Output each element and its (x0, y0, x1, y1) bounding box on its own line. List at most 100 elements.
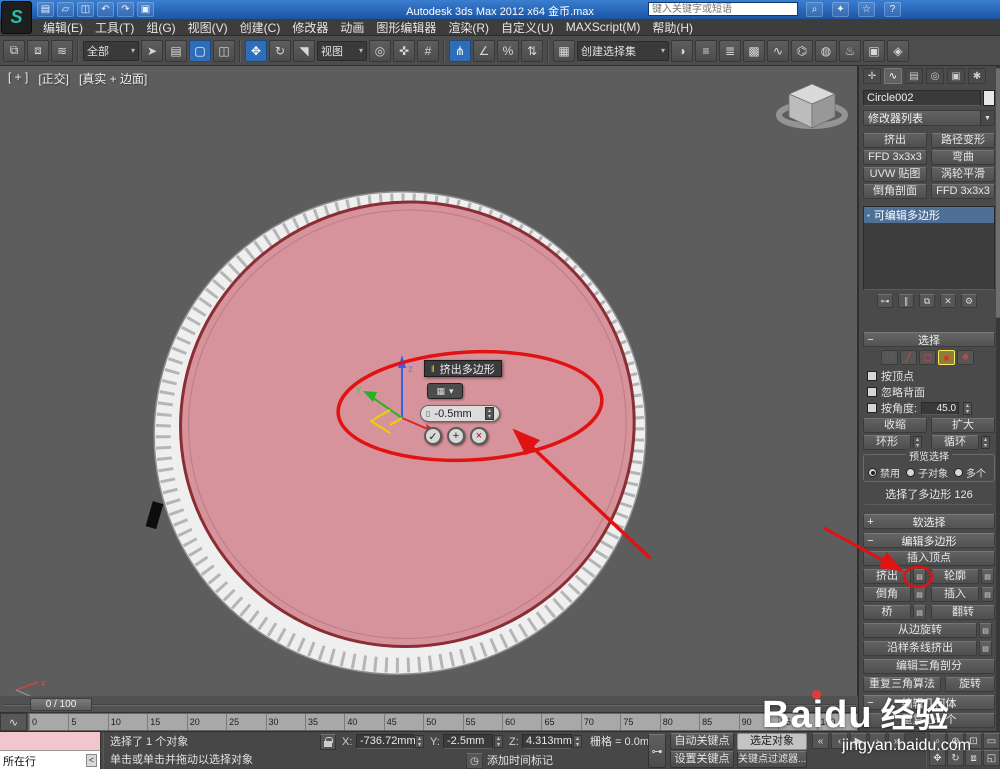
spinner[interactable] (494, 735, 503, 748)
window-crossing-icon[interactable]: ◫ (213, 39, 235, 62)
auto-key-button[interactable]: 自动关键点 (670, 733, 734, 750)
modifier-button-ffd[interactable]: FFD 3x3x3 (863, 150, 927, 165)
extrude-height-field[interactable]: ▯ -0.5mm (420, 405, 500, 422)
layer-manager-icon[interactable]: ≣ (719, 39, 741, 62)
keyboard-override-icon[interactable]: # (417, 39, 439, 62)
flip-button[interactable]: 翻转 (931, 605, 995, 620)
panel-scrollbar[interactable] (996, 66, 1000, 769)
caddy-cancel-button[interactable]: × (470, 427, 488, 445)
time-slider-track[interactable] (3, 704, 855, 706)
help-icon[interactable]: ? (884, 2, 901, 17)
spinner[interactable] (981, 436, 990, 449)
outline-settings-button[interactable]: ▤ (981, 569, 994, 584)
extrude-along-spline-button[interactable]: 沿样条线挤出 (863, 641, 977, 656)
render-production-icon[interactable]: ◈ (887, 39, 909, 62)
mirror-icon[interactable]: ◑ (671, 39, 693, 62)
menu-item[interactable]: 帮助(H) (647, 18, 698, 37)
modifier-button-turbosmooth[interactable]: 涡轮平滑 (931, 167, 995, 182)
orbit-icon[interactable]: ↻ (947, 750, 964, 766)
viewport-menu-general[interactable]: [ + ] (8, 70, 28, 87)
trackbar-ruler[interactable]: 0 5 10 15 20 25 30 35 40 45 50 55 60 65 70 75 80 85 90 95 10… (28, 713, 858, 731)
angle-value-field[interactable]: 45.0 (921, 401, 960, 415)
turn-button[interactable]: 旋转 (945, 677, 995, 692)
extrude-type-dropdown[interactable]: ▦ ▾ (427, 383, 463, 399)
spinner[interactable] (963, 401, 973, 415)
checkbox-icon[interactable] (867, 403, 877, 413)
hinge-settings-button[interactable]: ▤ (979, 623, 992, 638)
select-link-icon[interactable]: ⧉ (3, 39, 25, 62)
app-logo-icon[interactable]: S (1, 1, 32, 34)
vertex-subobject-icon[interactable]: ∷ (881, 350, 898, 365)
stack-item-editable-poly[interactable]: ▪ 可编辑多边形 (864, 207, 994, 223)
menu-item[interactable]: 渲染(R) (443, 18, 494, 37)
modifier-button-ffd2[interactable]: FFD 3x3x3 (931, 184, 995, 199)
key-filters-button[interactable]: 关键点过滤器... (737, 751, 807, 768)
clock-icon[interactable]: ◷ (466, 753, 483, 769)
display-tab-icon[interactable]: ▣ (947, 68, 965, 84)
insert-vertex-button[interactable]: 插入顶点 (863, 551, 995, 566)
checkbox-icon[interactable] (867, 371, 877, 381)
menu-item[interactable]: 视图(V) (183, 18, 233, 37)
extrude-settings-button[interactable]: ▤ (913, 569, 926, 584)
checkbox-icon[interactable] (867, 387, 877, 397)
spinner[interactable] (573, 735, 582, 748)
modifier-button-bend[interactable]: 弯曲 (931, 150, 995, 165)
inset-button[interactable]: 插入 (931, 587, 979, 602)
use-pivot-center-icon[interactable]: ◎ (369, 39, 391, 62)
material-editor-icon[interactable]: ◍ (815, 39, 837, 62)
go-to-start-icon[interactable]: « (812, 733, 829, 749)
open-mini-curve-editor-button[interactable]: ∿ (0, 713, 27, 731)
named-selection-dropdown[interactable]: 创建选择集 ▾ (577, 40, 669, 61)
rect-selection-region-icon[interactable]: ▢ (189, 39, 211, 62)
rendered-frame-icon[interactable]: ▣ (863, 39, 885, 62)
select-by-name-icon[interactable]: ▤ (165, 39, 187, 62)
play-animation-icon[interactable]: ▶ (850, 733, 867, 749)
extrude-along-spline-settings-button[interactable]: ▤ (979, 641, 992, 656)
zoom-icon[interactable]: ⌕ (929, 733, 946, 749)
macro-recorder-pane[interactable] (0, 732, 101, 751)
angle-snap-icon[interactable]: ∠ (473, 39, 495, 62)
infocenter-search-input[interactable] (648, 2, 798, 16)
selection-lock-toggle[interactable] (320, 734, 336, 750)
edit-named-selections-icon[interactable]: ▦ (553, 39, 575, 62)
configure-modifier-sets-icon[interactable]: ⚙ (961, 294, 977, 308)
modifier-button-pathdeform[interactable]: 路径变形 (931, 133, 995, 148)
coin-face[interactable] (139, 160, 675, 689)
rollout-soft-selection-header[interactable]: + 软选择 (863, 514, 995, 529)
maxscript-mini-listener[interactable]: 所在行 < (0, 751, 101, 769)
edge-subobject-icon[interactable]: ╱ (900, 350, 917, 365)
select-object-icon[interactable]: ➤ (141, 39, 163, 62)
pin-stack-icon[interactable]: ⊶ (877, 294, 893, 308)
viewport[interactable]: z y x [ + ] [正交] [真实 + 边面] ‖ 挤出多边形 ▦ ▾ ▯… (0, 66, 858, 696)
repeat-last-button[interactable]: 重复上一个 (863, 713, 995, 728)
hierarchy-tab-icon[interactable]: ▤ (905, 68, 923, 84)
go-to-end-icon[interactable]: » (888, 733, 905, 749)
border-subobject-icon[interactable]: ▢ (919, 350, 936, 365)
edit-triangulation-button[interactable]: 编辑三角剖分 (863, 659, 995, 674)
search-icon[interactable]: ⌕ (806, 2, 823, 17)
ring-button[interactable]: 环形 (863, 435, 911, 450)
select-scale-icon[interactable]: ◥ (293, 39, 315, 62)
pan-icon[interactable]: ✥ (929, 750, 946, 766)
caddy-ok-button[interactable]: ✓ (424, 427, 442, 445)
utilities-tab-icon[interactable]: ✱ (968, 68, 986, 84)
preview-subobject-radio[interactable] (906, 468, 915, 477)
by-angle-checkbox[interactable]: 按角度: 45.0 (867, 401, 973, 415)
caddy-apply-button[interactable]: + (447, 427, 465, 445)
communication-center-icon[interactable]: ✦ (832, 2, 849, 17)
zoom-all-icon[interactable]: ⊕ (947, 733, 964, 749)
element-subobject-icon[interactable]: ❖ (957, 350, 974, 365)
menu-item[interactable]: 组(G) (141, 18, 180, 37)
bind-spacewarp-icon[interactable]: ≋ (51, 39, 73, 62)
retriangulate-button[interactable]: 重复三角算法 (863, 677, 941, 692)
zoom-extents-icon[interactable]: ⊡ (965, 733, 982, 749)
bevel-button[interactable]: 倒角 (863, 587, 911, 602)
show-end-result-icon[interactable]: ∥ (898, 294, 914, 308)
render-setup-icon[interactable]: ♨ (839, 39, 861, 62)
make-unique-icon[interactable]: ⧉ (919, 294, 935, 308)
hinge-from-edge-button[interactable]: 从边旋转 (863, 623, 977, 638)
by-vertex-checkbox[interactable]: 按顶点 (867, 369, 914, 383)
schematic-view-icon[interactable]: ⌬ (791, 39, 813, 62)
motion-tab-icon[interactable]: ◎ (926, 68, 944, 84)
curve-editor-icon[interactable]: ∿ (767, 39, 789, 62)
